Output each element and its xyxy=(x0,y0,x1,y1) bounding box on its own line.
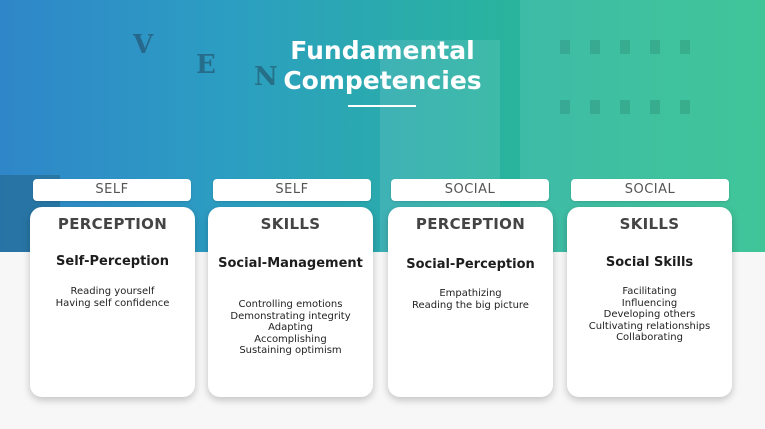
card-heading: PERCEPTION xyxy=(415,215,526,233)
card-social-perception: PERCEPTION Social-Perception Empathizing… xyxy=(388,207,553,397)
card-self-perception: PERCEPTION Self-Perception Reading yours… xyxy=(30,207,195,397)
tab-self-perception: SELF xyxy=(33,179,191,201)
card-subheading: Social-Management xyxy=(218,256,363,271)
tab-social-perception: SOCIAL xyxy=(391,179,549,201)
list-item: Collaborating xyxy=(616,332,683,344)
list-item: Cultivating relationships xyxy=(588,320,711,332)
background-window xyxy=(590,100,600,114)
card-heading: SKILLS xyxy=(260,215,321,233)
list-item: Developing others xyxy=(603,309,696,321)
list-item: Having self confidence xyxy=(55,297,170,309)
list-item: Facilitating xyxy=(622,286,677,297)
tab-social-skills: SOCIAL xyxy=(571,179,729,201)
background-window xyxy=(560,100,570,114)
card-item-list: Empathizing Reading the big picture xyxy=(392,288,549,311)
background-window xyxy=(680,100,690,114)
card-item-list: Reading yourself Having self confidence xyxy=(34,286,191,309)
list-item: Influencing xyxy=(621,297,678,309)
tab-self-skills: SELF xyxy=(213,179,371,201)
card-item-list: Facilitating Influencing Developing othe… xyxy=(571,286,728,344)
list-item: Sustaining optimism xyxy=(239,345,342,357)
card-subheading: Self-Perception xyxy=(56,254,169,269)
page-title-line2: Competencies xyxy=(283,66,482,95)
card-item-list: Controlling emotions Demonstrating integ… xyxy=(212,299,369,357)
list-item: Accomplishing xyxy=(254,333,327,345)
list-item: Adapting xyxy=(268,322,313,334)
card-subheading: Social Skills xyxy=(605,255,694,270)
page-title: Fundamental Competencies xyxy=(0,36,765,96)
list-item: Controlling emotions xyxy=(238,299,343,310)
background-window xyxy=(650,100,660,114)
list-item: Reading the big picture xyxy=(412,299,529,311)
list-item: Demonstrating integrity xyxy=(230,310,351,322)
card-self-skills: SKILLS Social-Management Controlling emo… xyxy=(208,207,373,397)
list-item: Reading yourself xyxy=(70,286,155,297)
card-heading: SKILLS xyxy=(619,215,680,233)
title-underline xyxy=(348,105,416,107)
list-item: Empathizing xyxy=(439,288,502,299)
card-social-skills: SKILLS Social Skills Facilitating Influe… xyxy=(567,207,732,397)
card-heading: PERCEPTION xyxy=(57,215,168,233)
background-window xyxy=(620,100,630,114)
card-subheading: Social-Perception xyxy=(406,257,535,272)
page-title-line1: Fundamental xyxy=(290,36,475,65)
